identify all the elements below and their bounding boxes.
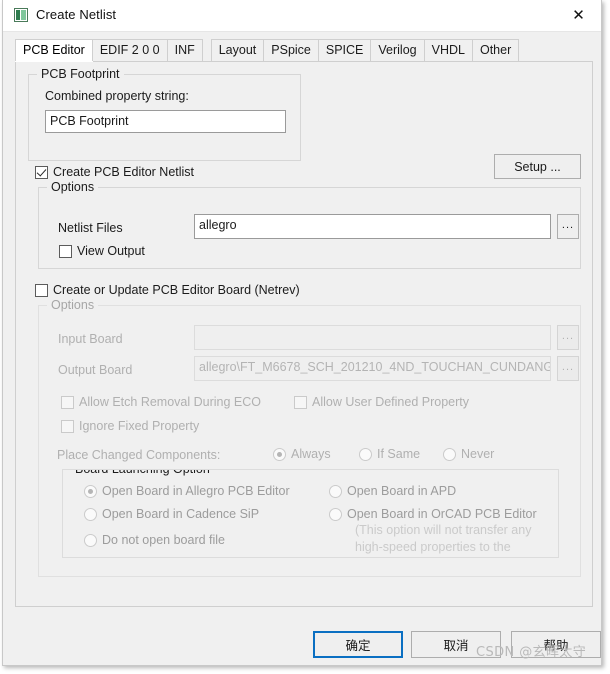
orcad-hint-line-2: high-speed properties to the	[355, 540, 511, 554]
pcb-footprint-group: PCB Footprint Combined property string: …	[28, 67, 301, 161]
do-not-open-board-radio[interactable]	[84, 534, 97, 547]
create-update-board-label: Create or Update PCB Editor Board (Netre…	[53, 283, 300, 297]
open-board-orcad-label: Open Board in OrCAD PCB Editor	[347, 507, 537, 521]
close-icon[interactable]: ✕	[556, 0, 601, 30]
setup-button[interactable]: Setup ...	[494, 154, 581, 179]
place-changed-components-label: Place Changed Components:	[57, 448, 221, 462]
view-output-checkbox[interactable]	[59, 245, 72, 258]
netlist-files-input[interactable]: allegro	[194, 214, 551, 239]
place-changed-always-label: Always	[291, 447, 331, 461]
netlist-options-group-label: Options	[47, 180, 99, 194]
ok-button[interactable]: 确定	[313, 631, 403, 658]
tab-panel-pcb-editor: PCB Footprint Combined property string: …	[15, 61, 593, 607]
app-icon	[14, 8, 28, 22]
view-output-label: View Output	[77, 244, 145, 258]
place-changed-always-radio[interactable]	[273, 448, 286, 461]
open-board-orcad-radio[interactable]	[329, 508, 342, 521]
place-changed-if-same-radio[interactable]	[359, 448, 372, 461]
tab-pspice[interactable]: PSpice	[263, 39, 319, 61]
input-board-browse-button[interactable]: ...	[557, 325, 579, 350]
pcb-footprint-group-label: PCB Footprint	[37, 67, 124, 81]
netlist-files-label: Netlist Files	[58, 221, 123, 235]
input-board-label: Input Board	[58, 332, 123, 346]
allow-etch-removal-label: Allow Etch Removal During ECO	[79, 395, 262, 409]
input-board-input[interactable]	[194, 325, 551, 350]
do-not-open-board-label: Do not open board file	[102, 533, 226, 547]
output-board-input[interactable]: allegro\FT_M6678_SCH_201210_4ND_TOUCHAN_…	[194, 356, 551, 381]
allow-user-defined-label: Allow User Defined Property	[312, 395, 470, 409]
open-board-apd-label: Open Board in APD	[347, 484, 457, 498]
board-launching-option-group: Board Launching Option Open Board in All…	[62, 469, 559, 558]
netlist-options-group: Options Netlist Files allegro ... View O…	[38, 180, 581, 269]
tab-verilog[interactable]: Verilog	[370, 39, 425, 61]
tab-layout[interactable]: Layout	[210, 39, 265, 61]
create-pcb-editor-netlist-checkbox[interactable]	[35, 166, 48, 179]
netlist-files-browse-button[interactable]: ...	[557, 214, 579, 239]
output-board-label: Output Board	[58, 363, 133, 377]
tab-edif-200[interactable]: EDIF 2 0 0	[91, 39, 168, 61]
netrev-options-group: Options Input Board ... Output Board all…	[38, 298, 581, 577]
place-changed-never-label: Never	[461, 447, 495, 461]
create-pcb-editor-netlist-label: Create PCB Editor Netlist	[53, 165, 195, 179]
output-board-browse-button[interactable]: ...	[557, 356, 579, 381]
combined-property-string-label: Combined property string:	[45, 89, 189, 103]
open-board-sip-label: Open Board in Cadence SiP	[102, 507, 260, 521]
ignore-fixed-property-label: Ignore Fixed Property	[79, 419, 200, 433]
ignore-fixed-property-checkbox[interactable]	[61, 420, 74, 433]
csdn-watermark: CSDN @玄晖太守	[476, 645, 587, 660]
tab-strip: PCB Editor EDIF 2 0 0 INF Layout PSpice …	[15, 39, 593, 62]
tab-other[interactable]: Other	[471, 39, 520, 61]
title-bar: Create Netlist ✕	[3, 0, 601, 32]
open-board-apd-radio[interactable]	[329, 485, 342, 498]
tab-spice[interactable]: SPICE	[317, 39, 372, 61]
place-changed-if-same-label: If Same	[377, 447, 421, 461]
open-board-sip-radio[interactable]	[84, 508, 97, 521]
create-update-board-checkbox[interactable]	[35, 284, 48, 297]
window-title: Create Netlist	[36, 7, 117, 22]
create-netlist-dialog: Create Netlist ✕ PCB Editor EDIF 2 0 0 I…	[2, 0, 602, 666]
open-board-allegro-radio[interactable]	[84, 485, 97, 498]
orcad-hint-line-1: (This option will not transfer any	[355, 523, 532, 537]
allow-etch-removal-checkbox[interactable]	[61, 396, 74, 409]
open-board-allegro-label: Open Board in Allegro PCB Editor	[102, 484, 290, 498]
netrev-options-group-label: Options	[47, 298, 99, 312]
combined-property-string-input[interactable]: PCB Footprint	[45, 110, 286, 133]
board-launching-option-label: Board Launching Option	[71, 470, 214, 476]
place-changed-never-radio[interactable]	[443, 448, 456, 461]
allow-user-defined-checkbox[interactable]	[294, 396, 307, 409]
tab-pcb-editor[interactable]: PCB Editor	[15, 39, 93, 61]
tab-inf[interactable]: INF	[166, 39, 203, 61]
tab-vhdl[interactable]: VHDL	[423, 39, 473, 61]
